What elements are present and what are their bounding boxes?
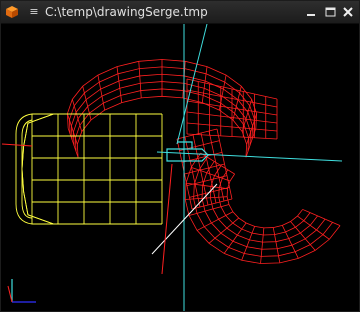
axis-red-left [2, 143, 33, 147]
lower-hook-v [193, 157, 333, 257]
upper-band-u [116, 66, 123, 103]
lower-hook-v [226, 173, 303, 229]
axis-red-down [161, 163, 173, 275]
scene-axes [2, 24, 343, 311]
yellow-profile-u [21, 113, 162, 225]
minimize-icon [307, 14, 315, 16]
upper-band-u [138, 61, 142, 98]
inner-sheet-v [176, 128, 218, 140]
lower-hook-u [302, 209, 341, 227]
wireframe-scene[interactable] [2, 24, 359, 311]
lower-hook-u [281, 225, 299, 259]
origin-triad [7, 279, 36, 303]
maximize-button[interactable] [323, 5, 338, 19]
maximize-icon [325, 7, 336, 17]
orange-cube-icon[interactable] [5, 5, 19, 19]
inner-sheet-v [186, 175, 228, 187]
yellow-cap [15, 113, 33, 225]
title-bar[interactable]: ≡ C:\temp\drawingSerge.tmp [1, 1, 359, 24]
lower-hook-u [260, 227, 265, 264]
app-window: ≡ C:\temp\drawingSerge.tmp [0, 0, 360, 312]
yellow-wireframe-mesh [15, 113, 163, 225]
yellow-profile-u [21, 113, 162, 225]
close-icon [343, 7, 353, 17]
axis-horizontal [156, 151, 343, 162]
window-menu-icon[interactable]: ≡ [27, 5, 41, 19]
window-title: C:\temp\drawingSerge.tmp [45, 5, 208, 19]
upper-band-u [201, 66, 208, 103]
close-button[interactable] [341, 5, 356, 19]
3d-viewport[interactable] [2, 24, 359, 311]
axis-diagonal [176, 24, 208, 145]
lower-hook-u [272, 227, 281, 263]
lower-hook-v [218, 169, 311, 236]
red-wireframe-mesh [66, 59, 341, 264]
yellow-cap-inner [21, 119, 33, 219]
minimize-button[interactable] [304, 5, 319, 19]
